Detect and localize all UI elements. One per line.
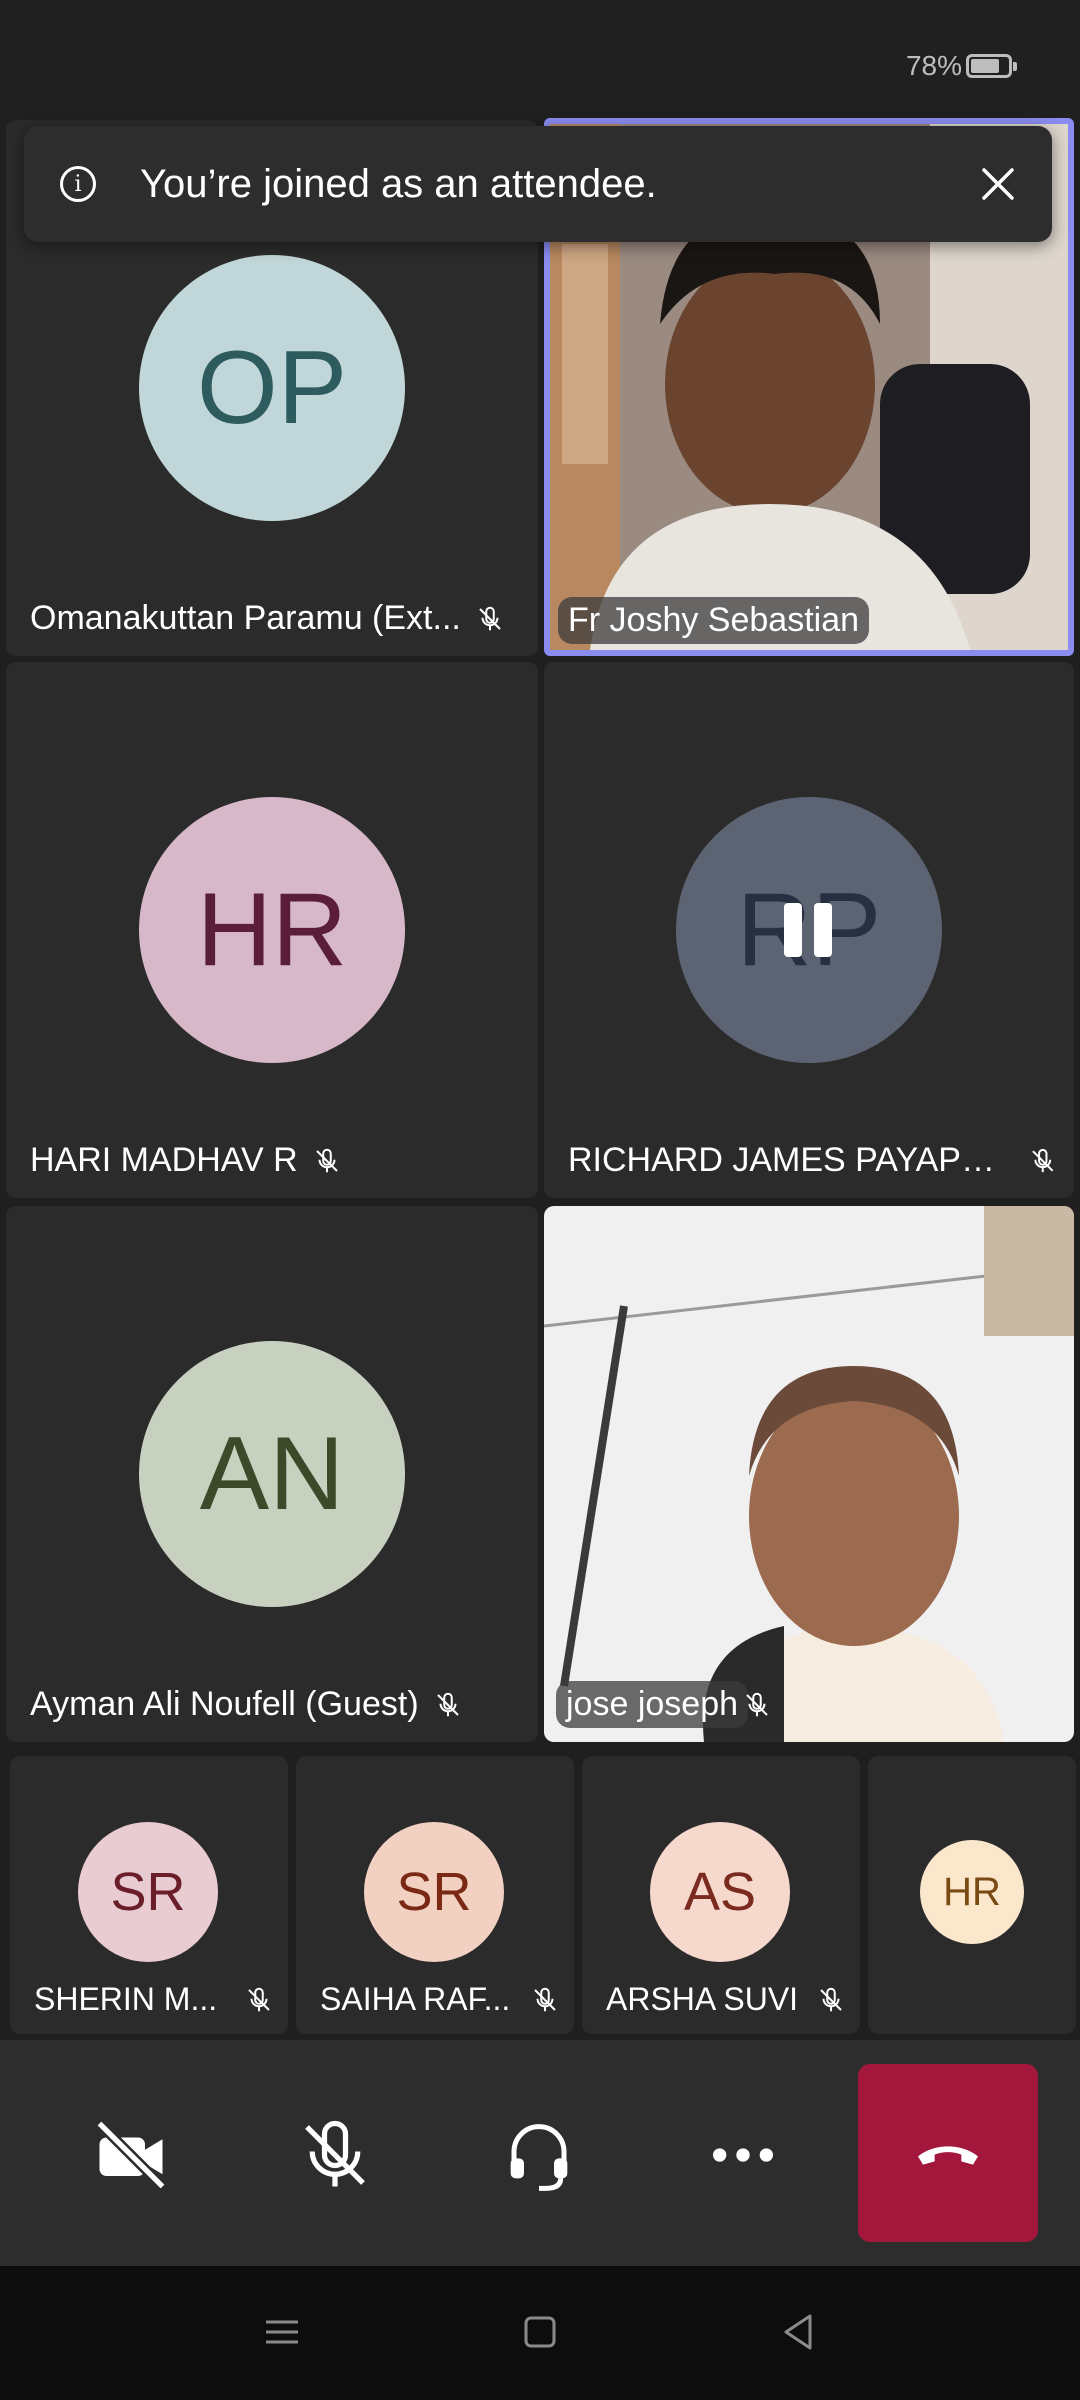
- participant-name: SAIHA RAF...: [320, 1981, 511, 2017]
- participant-name: jose joseph: [556, 1681, 749, 1728]
- participant-tile[interactable]: AN Ayman Ali Noufell (Guest): [6, 1206, 538, 1742]
- participant-tile-small[interactable]: AS ARSHA SUVI: [582, 1756, 860, 2034]
- participant-name: SHERIN M...: [34, 1981, 218, 2017]
- avatar: HR: [920, 1840, 1024, 1944]
- back-icon[interactable]: [768, 2302, 828, 2362]
- mic-off-icon: [436, 1692, 459, 1716]
- notification-text: You’re joined as an attendee.: [140, 161, 657, 206]
- participant-tile-small[interactable]: HR: [868, 1756, 1076, 2034]
- mic-off-icon: [820, 1987, 842, 2011]
- system-nav-bar: [0, 2266, 1080, 2400]
- battery-percentage: 78%: [905, 50, 962, 81]
- info-icon: i: [60, 166, 96, 202]
- avatar: OP: [139, 255, 405, 521]
- participant-name: Fr Joshy Sebastian: [558, 597, 870, 644]
- participant-tile[interactable]: HR HARI MADHAV R: [6, 662, 538, 1198]
- participant-name: HARI MADHAV R: [30, 1141, 298, 1179]
- audio-button[interactable]: [484, 2100, 594, 2210]
- more-options-button[interactable]: [688, 2100, 798, 2210]
- mic-off-icon: [305, 2120, 365, 2187]
- call-controls: [0, 2040, 1080, 2266]
- participant-name: Omanakuttan Paramu (Ext...: [30, 599, 461, 637]
- mic-off-icon: [534, 1987, 556, 2011]
- headset-icon: [510, 2124, 568, 2191]
- attendee-notification: i You’re joined as an attendee.: [24, 126, 1052, 242]
- mic-off-icon: [1032, 1148, 1054, 1172]
- participant-name: RICHARD JAMES PAYAPPI...: [568, 1141, 1015, 1179]
- more-icon: [713, 2148, 773, 2162]
- home-icon[interactable]: [510, 2302, 570, 2362]
- mic-toggle-button[interactable]: [280, 2100, 390, 2210]
- participant-tile[interactable]: RP RICHARD JAMES PAYAPPI...: [544, 662, 1074, 1198]
- participant-video: [544, 1206, 1074, 1742]
- close-icon[interactable]: [978, 164, 1018, 204]
- avatar: RP: [676, 797, 942, 1063]
- avatar: SR: [78, 1822, 218, 1962]
- hang-up-button[interactable]: [858, 2064, 1038, 2242]
- phone-hangup-icon: [918, 2146, 978, 2165]
- participant-tile-small[interactable]: SR SAIHA RAF...: [296, 1756, 574, 2034]
- menu-icon[interactable]: [252, 2302, 312, 2362]
- avatar: AS: [650, 1822, 790, 1962]
- camera-toggle-button[interactable]: [76, 2100, 186, 2210]
- avatar: SR: [364, 1822, 504, 1962]
- participant-name: ARSHA SUVI: [606, 1981, 799, 2017]
- mic-off-icon: [746, 1692, 768, 1716]
- battery-icon: [966, 54, 1017, 78]
- pause-icon: [784, 903, 834, 957]
- participant-tile-small[interactable]: SR SHERIN M...: [10, 1756, 288, 2034]
- participant-name: Ayman Ali Noufell (Guest): [30, 1685, 419, 1723]
- avatar: AN: [139, 1341, 405, 1607]
- mic-off-icon: [248, 1987, 270, 2011]
- avatar: HR: [139, 797, 405, 1063]
- mic-off-icon: [479, 606, 501, 630]
- camera-off-icon: [95, 2119, 167, 2191]
- mic-off-icon: [315, 1148, 338, 1172]
- status-bar: 78%: [0, 0, 1080, 120]
- participant-tile-video[interactable]: jose joseph: [544, 1206, 1074, 1742]
